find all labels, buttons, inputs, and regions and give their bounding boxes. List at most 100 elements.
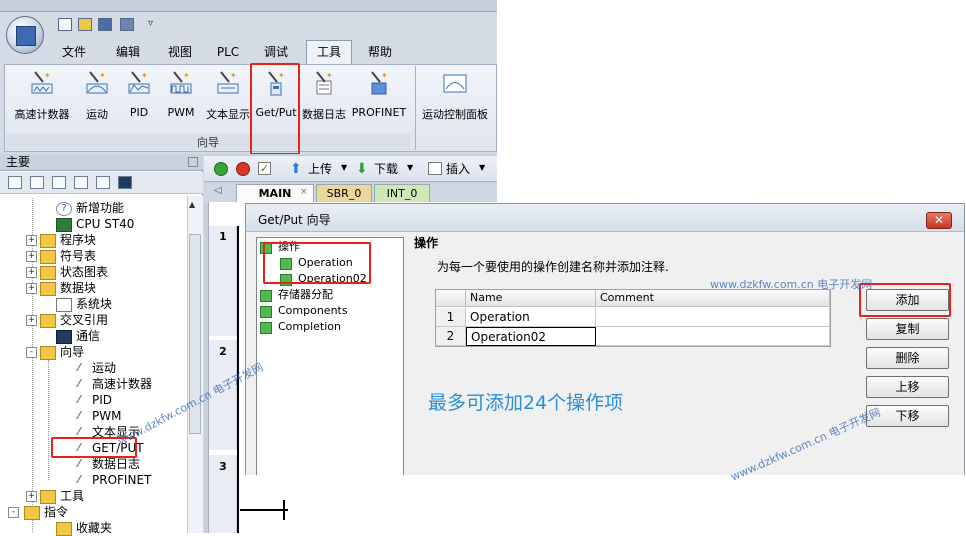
wizard-nav-item[interactable]: 存储器分配 [258, 287, 402, 303]
compile-icon[interactable]: ✓ [258, 162, 271, 175]
tree-item[interactable]: + 符号表 [0, 248, 186, 264]
cpu-icon [56, 218, 72, 232]
tab-scroll-left-icon[interactable]: ◁ [214, 185, 222, 196]
ribbon-button-motion[interactable]: ✦ 运动 [78, 70, 116, 125]
move-up-button[interactable]: 上移 [866, 376, 949, 398]
new-file-icon[interactable] [58, 18, 72, 31]
wizard-nav-label: 存储器分配 [278, 288, 333, 301]
tree-item[interactable]: + 状态图表 [0, 264, 186, 280]
wizard-folder-icon [40, 346, 56, 360]
download-icon[interactable]: ⬇ [356, 161, 368, 177]
tab-view[interactable]: 视图 [158, 44, 202, 62]
table-icon[interactable] [74, 176, 88, 189]
title-bar [0, 0, 497, 12]
collapse-icon[interactable]: - [26, 347, 37, 358]
insert-button[interactable]: 插入 [446, 161, 470, 177]
tab-int0[interactable]: INT_0 [374, 184, 430, 202]
tree-item[interactable]: ⁄ 运动 [0, 360, 186, 376]
expand-icon[interactable]: + [26, 283, 37, 294]
status-check-icon [260, 306, 272, 318]
stop-icon[interactable] [236, 162, 250, 176]
tab-debug[interactable]: 调试 [254, 44, 298, 62]
operation-name-cell[interactable]: Operation [466, 308, 596, 327]
run-icon[interactable] [214, 162, 228, 176]
chevron-down-icon[interactable]: ▼ [341, 163, 347, 172]
highlight-box-operations [263, 242, 371, 284]
wizard-nav-item[interactable]: Completion [258, 319, 402, 335]
tree-item[interactable]: ⁄ 高速计数器 [0, 376, 186, 392]
tree-view-icon[interactable] [8, 176, 22, 189]
print-icon[interactable] [120, 18, 134, 31]
app-logo-icon [16, 26, 36, 46]
collapse-icon[interactable]: - [8, 507, 19, 518]
tree-item[interactable]: ? 新增功能 [0, 200, 186, 216]
ribbon-button-hsc[interactable]: ✦ 高速计数器 [8, 70, 76, 125]
scroll-up-icon[interactable]: ▲ [189, 200, 195, 209]
pc-icon [56, 330, 72, 344]
tree-item[interactable]: 系统块 [0, 296, 186, 312]
tree-item[interactable]: + 程序块 [0, 232, 186, 248]
monitor-icon[interactable] [118, 176, 132, 189]
tree-item[interactable]: ⁄ PID [0, 392, 186, 408]
tree-item[interactable]: + 工具 [0, 488, 186, 504]
expand-icon[interactable]: + [26, 491, 37, 502]
insert-icon[interactable] [428, 162, 442, 175]
ribbon-button-pid[interactable]: ✦ PID [120, 70, 158, 125]
tree-item-label: 状态图表 [60, 265, 109, 279]
open-folder-icon[interactable] [78, 18, 92, 31]
dialog-titlebar [246, 204, 964, 232]
tree-item[interactable]: + 数据块 [0, 280, 186, 296]
tab-file[interactable]: 文件 [52, 44, 96, 62]
chevron-down-icon[interactable]: ▼ [479, 163, 485, 172]
tree-item[interactable]: - 向导 [0, 344, 186, 360]
wand-icon: ⁄ [78, 377, 80, 390]
expand-icon[interactable]: + [26, 315, 37, 326]
copy-button[interactable]: 复制 [866, 318, 949, 340]
tab-edit[interactable]: 编辑 [106, 44, 150, 62]
upload-button[interactable]: 上传 [308, 161, 332, 177]
tree-item[interactable]: + 交叉引用 [0, 312, 186, 328]
expand-icon[interactable]: + [26, 267, 37, 278]
tree-item[interactable]: 收藏夹 [0, 520, 186, 536]
document-icon[interactable] [52, 176, 66, 189]
expand-icon[interactable]: + [26, 251, 37, 262]
grid-view-icon[interactable] [30, 176, 44, 189]
expand-icon[interactable]: + [26, 235, 37, 246]
ribbon-button-motion-panel[interactable]: 运动控制面板 [417, 70, 493, 125]
tree-item[interactable]: 通信 [0, 328, 186, 344]
operation-name-cell[interactable]: Operation02 [466, 327, 596, 346]
chevron-down-icon[interactable]: ▼ [407, 163, 413, 172]
close-icon[interactable]: ✕ [926, 212, 952, 229]
operation-comment-cell[interactable] [596, 327, 830, 346]
wizard-nav-item[interactable]: Components [258, 303, 402, 319]
tree-item[interactable]: ⁄ PROFINET [0, 472, 186, 488]
qat-dropdown-icon[interactable]: ▿ [148, 18, 153, 29]
upload-icon[interactable]: ⬆ [290, 161, 302, 177]
tab-help[interactable]: 帮助 [358, 44, 402, 62]
pin-icon[interactable] [188, 157, 198, 167]
ribbon-button-pwm[interactable]: ✦ PWM [162, 70, 200, 125]
profinet-wand-icon: ✦ [371, 71, 388, 95]
tab-tools[interactable]: 工具 [306, 40, 352, 64]
close-tab-icon[interactable]: × [300, 188, 308, 197]
delete-button[interactable]: 删除 [866, 347, 949, 369]
tree-item-label: 工具 [60, 489, 85, 503]
ribbon-button-profinet[interactable]: ✦ PROFINET [350, 70, 408, 125]
block-icon[interactable] [96, 176, 110, 189]
application-menu-button[interactable] [6, 16, 44, 54]
tree-item[interactable]: CPU ST40 [0, 216, 186, 232]
pwm-wand-icon: ✦ [170, 71, 192, 94]
ribbon-button-datalog[interactable]: ✦ 数据日志 [298, 70, 350, 125]
folder-icon [40, 250, 56, 264]
tree-item[interactable]: - 指令 [0, 504, 186, 520]
ribbon-button-label: 高速计数器 [14, 108, 70, 121]
tab-sbr0[interactable]: SBR_0 [316, 184, 372, 202]
download-button[interactable]: 下载 [374, 161, 398, 177]
tab-plc[interactable]: PLC [206, 44, 250, 62]
operation-comment-cell[interactable] [596, 308, 830, 327]
tree-item[interactable]: ⁄ 数据日志 [0, 456, 186, 472]
ribbon-button-text-display[interactable]: ✦ 文本显示 [202, 70, 254, 125]
save-icon[interactable] [98, 18, 112, 31]
folder-icon [40, 266, 56, 280]
wand-icon: ⁄ [78, 361, 80, 374]
